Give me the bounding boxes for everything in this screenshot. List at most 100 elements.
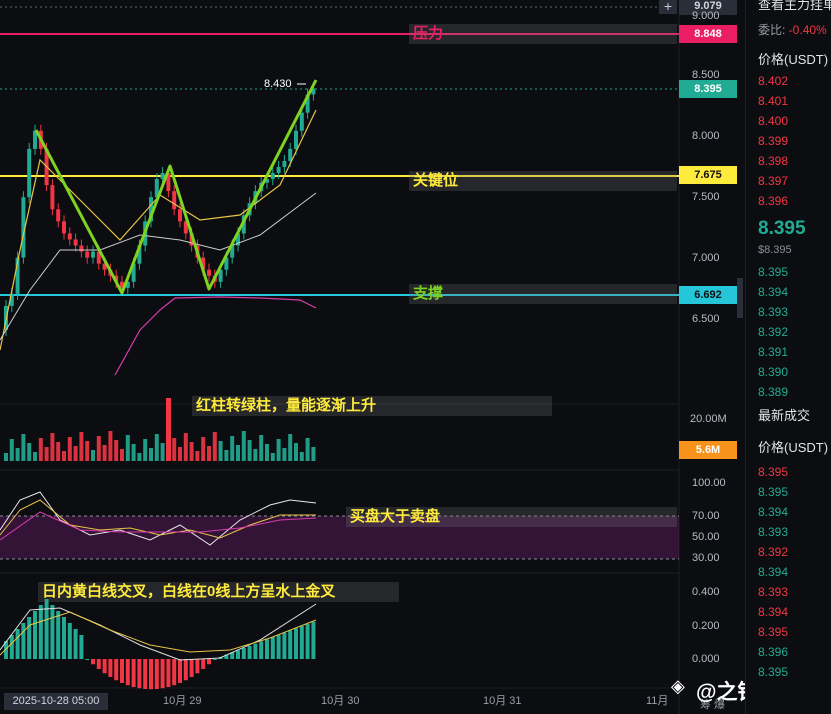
candle-body xyxy=(91,251,95,258)
key-level-label: 关键位 xyxy=(409,171,677,191)
watermark-logo-icon: ◈ xyxy=(671,676,685,696)
price-header: 价格(USDT) xyxy=(758,52,829,67)
rsi-axis-30: 30.00 xyxy=(692,552,720,564)
high-marker: 8.430 xyxy=(264,78,292,90)
macd-bar xyxy=(189,659,194,677)
volume-bar xyxy=(56,442,61,461)
resistance-label: 压力 xyxy=(409,24,677,44)
bid-price[interactable]: 8.392 xyxy=(758,325,788,339)
price-axis-6500: 6.500 xyxy=(692,313,720,325)
volume-bar xyxy=(143,439,148,461)
volume-bar xyxy=(178,447,182,461)
macd-bar xyxy=(79,635,84,659)
trades-header: 价格(USDT) xyxy=(758,440,829,455)
macd-bar xyxy=(149,659,153,690)
bid-price[interactable]: 8.393 xyxy=(758,305,788,319)
macd-bar xyxy=(311,621,316,659)
macd-axis-0200: 0.200 xyxy=(692,620,720,632)
bid-price[interactable]: 8.390 xyxy=(758,365,788,379)
macd-bar xyxy=(9,635,14,659)
volume-bar xyxy=(102,445,107,461)
macd-bar xyxy=(125,659,130,686)
volume-bar xyxy=(253,449,258,461)
volume-bar xyxy=(247,440,252,461)
candle-body xyxy=(62,221,66,234)
rsi-note: 买盘大于卖盘 xyxy=(346,507,677,527)
macd-bar xyxy=(91,659,95,665)
macd-bar xyxy=(143,659,148,689)
panel-title[interactable]: 查看主力挂单 xyxy=(758,0,831,12)
ask-price[interactable]: 8.396 xyxy=(758,194,788,208)
ask-price[interactable]: 8.398 xyxy=(758,154,788,168)
macd-bar xyxy=(56,611,61,659)
order-book-panel: 查看主力挂单 委比: -0.40% 价格(USDT) 8.402 8.401 8.4… xyxy=(745,0,831,714)
macd-bar xyxy=(137,659,142,689)
macd-note: 日内黄白线交叉，白线在0线上方呈水上金叉 xyxy=(38,582,399,602)
trade-price: 8.393 xyxy=(758,585,789,599)
trade-price: 8.395 xyxy=(758,665,789,679)
volume-bar xyxy=(207,446,211,461)
rsi-axis-100: 100.00 xyxy=(692,477,726,489)
candle-body xyxy=(85,251,90,258)
macd-bar xyxy=(67,623,72,659)
volume-bar xyxy=(172,438,177,461)
volume-bar xyxy=(108,431,113,461)
volume-bar xyxy=(311,447,316,461)
candle-body xyxy=(276,167,281,174)
ask-price[interactable]: 8.402 xyxy=(758,74,788,88)
bid-price[interactable]: 8.389 xyxy=(758,385,788,399)
macd-bar xyxy=(207,659,211,665)
bid-price[interactable]: 8.394 xyxy=(758,285,788,299)
macd-bar xyxy=(102,659,107,674)
candle-body xyxy=(207,269,211,276)
volume-bar xyxy=(183,433,188,461)
support-label: 支撑 xyxy=(409,284,677,304)
candle-body xyxy=(172,191,177,210)
candle-body xyxy=(282,160,287,167)
macd-bar xyxy=(241,648,246,659)
chart-canvas[interactable] xyxy=(0,0,831,714)
bid-price[interactable]: 8.395 xyxy=(758,265,788,279)
macd-bar xyxy=(21,623,26,659)
candle-body xyxy=(288,148,293,161)
ask-price[interactable]: 8.400 xyxy=(758,114,788,128)
macd-bar xyxy=(50,605,55,659)
time-cursor-label: 2025-10-28 05:00 xyxy=(4,693,108,710)
trade-price: 8.396 xyxy=(758,645,789,659)
macd-bar xyxy=(166,659,171,687)
scroll-handle xyxy=(737,278,743,318)
volume-bar xyxy=(50,433,55,461)
macd-bar xyxy=(62,617,66,659)
volume-bar xyxy=(195,451,200,461)
trades-title[interactable]: 最新成交 xyxy=(758,409,810,423)
current-price-tag: 8.395 xyxy=(679,80,737,98)
rsi-axis-50: 50.00 xyxy=(692,531,720,543)
volume-bar xyxy=(21,434,26,461)
price-axis-7500: 7.500 xyxy=(692,191,720,203)
volume-note: 红柱转绿柱，量能逐渐上升 xyxy=(192,396,552,416)
trade-price: 8.395 xyxy=(758,465,789,479)
macd-bar xyxy=(27,617,32,659)
add-icon[interactable]: + xyxy=(659,0,677,14)
volume-bar xyxy=(288,434,293,461)
trade-price: 8.394 xyxy=(758,565,789,579)
macd-bar xyxy=(270,637,275,659)
candle-body xyxy=(79,245,84,252)
key-price-tag: 7.675 xyxy=(679,166,737,184)
ratio-value: -0.40% xyxy=(788,23,827,37)
price-axis-8500: 8.500 xyxy=(692,69,720,81)
macd-bar xyxy=(160,659,165,689)
rsi-axis-70: 70.00 xyxy=(692,510,720,522)
volume-bar xyxy=(282,448,287,461)
ask-price[interactable]: 8.397 xyxy=(758,174,788,188)
trade-price: 8.392 xyxy=(758,545,789,559)
ask-price[interactable]: 8.399 xyxy=(758,134,788,148)
ask-price[interactable]: 8.401 xyxy=(758,94,788,108)
volume-bar xyxy=(15,448,20,461)
macd-bar xyxy=(183,659,188,681)
bid-price[interactable]: 8.391 xyxy=(758,345,788,359)
volume-bar xyxy=(131,444,136,461)
volume-bar xyxy=(27,443,32,461)
macd-bar xyxy=(44,599,49,659)
ratio-label: 委比: -0.40% xyxy=(758,23,827,37)
